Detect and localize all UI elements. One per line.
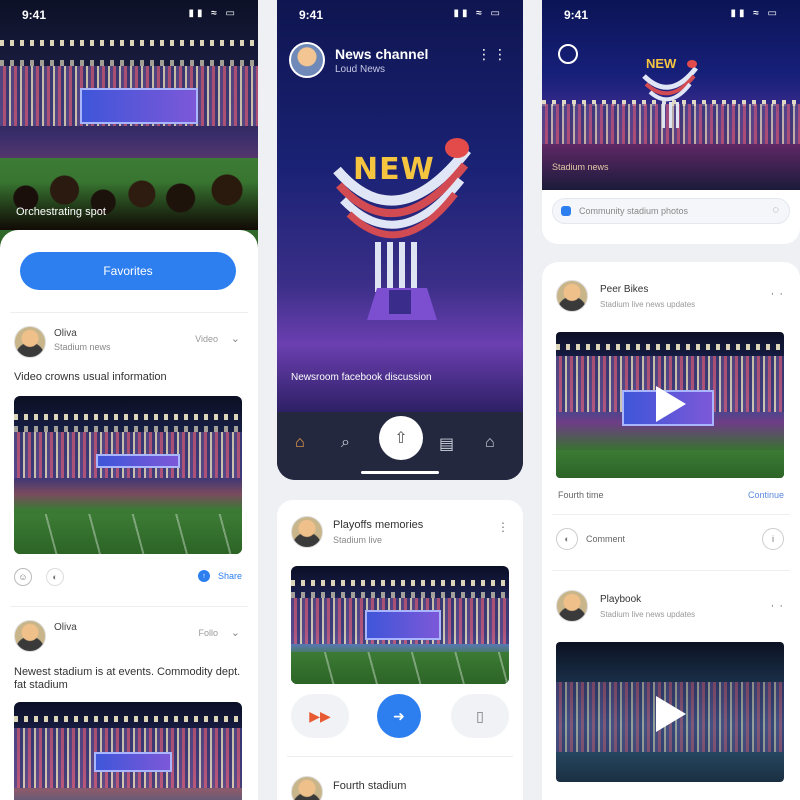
profile-ring-icon[interactable] [558,44,578,64]
comment-label[interactable]: Comment [586,534,625,544]
channel-logo: NEW [327,130,477,320]
more-icon[interactable]: · · [771,600,784,612]
bottom-nav: ⌂ ⌕ ⇧ ▤ ⌂ [277,412,523,480]
avatar[interactable] [14,326,46,358]
phone-screen: 9:41 ▮▮ ≈ ▭ News channel Loud News ⋮⋮ NE… [277,0,523,480]
avatar[interactable] [14,620,46,652]
hero-caption: Stadium news [552,162,609,172]
inbox-icon[interactable]: ▤ [439,434,454,454]
favorites-button[interactable]: Favorites [20,252,236,290]
mic-icon[interactable]: ◌ [772,204,779,216]
comment-icon[interactable]: ◐ [46,568,64,586]
status-bar: 9:41 ▮▮ ≈ ▭ [277,8,523,24]
post-caption: Fourth time [558,490,604,500]
status-icons: ▮▮ ≈ ▭ [188,8,238,19]
post-header: Oliva Stadium news Video ⌄ [14,324,244,360]
post-meta: Follo [198,628,218,638]
home-icon[interactable]: ⌂ [295,434,305,452]
hero-stadium-image: 9:41 ▮▮ ≈ ▭ NEW Stadium news [542,0,800,190]
compose-button[interactable]: ⇧ [379,416,423,460]
status-time: 9:41 [564,8,589,22]
post-image[interactable] [14,396,242,554]
post-card: Playoffs memories Stadium live ⋮ ▶▶ ➜ ▯ … [277,500,523,800]
like-icon[interactable]: ☺ [14,568,32,586]
play-button[interactable]: ▶▶ [291,694,349,738]
post-list: Peer Bikes Stadium live news updates · ·… [542,262,800,800]
play-icon[interactable] [656,386,686,422]
info-icon[interactable]: i [762,528,784,550]
divider [10,312,248,313]
search-icon[interactable]: ⌕ [341,434,350,452]
hero-caption: Orchestrating spot [16,206,106,218]
search-icon [561,206,571,216]
avatar[interactable] [291,516,323,548]
hero-stadium-image: 9:41 ▮▮ ≈ ▭ Orchestrating spot [0,0,258,250]
post-subtitle: Stadium live news updates [600,610,696,619]
video-thumbnail[interactable] [556,642,784,782]
video-thumbnail[interactable] [556,332,784,478]
status-icons: ▮▮ ≈ ▭ [730,8,780,19]
status-bar: 9:41 ▮▮ ≈ ▭ [542,8,800,24]
logo-text: NEW [646,56,677,71]
post-author[interactable]: Oliva [54,328,77,339]
status-icons: ▮▮ ≈ ▭ [453,8,503,19]
avatar[interactable] [291,776,323,800]
home-indicator [361,471,439,474]
share-icon[interactable]: ↑ [198,570,210,582]
divider [552,514,790,515]
search-placeholder: Community stadium photos [579,206,689,216]
more-icon[interactable]: ⋮ [497,520,509,534]
send-button[interactable]: ➜ [377,694,421,738]
avatar[interactable] [556,280,588,312]
post-text: Video crowns usual information [14,371,167,383]
divider [10,606,248,607]
channel-title: News channel [335,46,429,62]
post-subtitle: Stadium live news updates [600,300,696,309]
reaction-row: ☺ ◐ ↑ Share [14,568,244,588]
post-subtitle: Stadium live [333,535,383,545]
save-button[interactable]: ▯ [451,694,509,738]
feed-screen-left: 9:41 ▮▮ ≈ ▭ Orchestrating spot Favorites… [0,0,258,800]
profile-icon[interactable]: ⌂ [485,434,495,452]
post-author[interactable]: Oliva [54,622,77,633]
feed-screen-right: 9:41 ▮▮ ≈ ▭ NEW Stadium news Community s… [542,0,800,800]
channel-avatar[interactable] [289,42,325,78]
channel-logo: NEW [642,54,698,134]
post-author[interactable]: Playbook [600,594,641,605]
phone-screen: 9:41 ▮▮ ≈ ▭ NEW Stadium news Community s… [542,0,800,244]
more-icon[interactable]: · · [771,288,784,300]
status-bar: 9:41 ▮▮ ≈ ▭ [0,8,258,24]
post-author[interactable]: Playoffs memories [333,519,423,531]
divider [552,570,790,571]
feed-screen-center: 9:41 ▮▮ ≈ ▭ News channel Loud News ⋮⋮ NE… [277,0,523,800]
share-link[interactable]: Share [218,571,242,581]
content-panel: Favorites Oliva Stadium news Video ⌄ Vid… [0,230,258,800]
post-text: Newest stadium is at events. Commodity d… [14,666,241,691]
chevron-down-icon[interactable]: ⌄ [231,626,240,639]
search-bar[interactable]: Community stadium photos ◌ [552,198,790,224]
status-time: 9:41 [22,8,47,22]
post-author[interactable]: Peer Bikes [600,284,648,295]
post-subtitle: Stadium news [54,342,111,352]
post-header: Oliva Follo ⌄ [14,618,244,654]
channel-header: 9:41 ▮▮ ≈ ▭ News channel Loud News ⋮⋮ NE… [277,0,523,420]
channel-caption: Newsroom facebook discussion [291,372,432,383]
channel-subtitle: Loud News [335,64,386,75]
more-icon[interactable]: ⋮⋮ [477,46,509,63]
post-image[interactable] [291,566,509,684]
post-author[interactable]: Fourth stadium [333,780,406,792]
comment-icon[interactable]: ◐ [556,528,578,550]
post-meta: Video [195,334,218,344]
play-icon[interactable] [656,696,686,732]
logo-text: NEW [353,152,435,187]
chevron-down-icon[interactable]: ⌄ [231,332,240,345]
post-image[interactable] [14,702,242,800]
status-time: 9:41 [299,8,324,22]
divider [287,756,513,757]
avatar[interactable] [556,590,588,622]
continue-link[interactable]: Continue [748,490,784,500]
